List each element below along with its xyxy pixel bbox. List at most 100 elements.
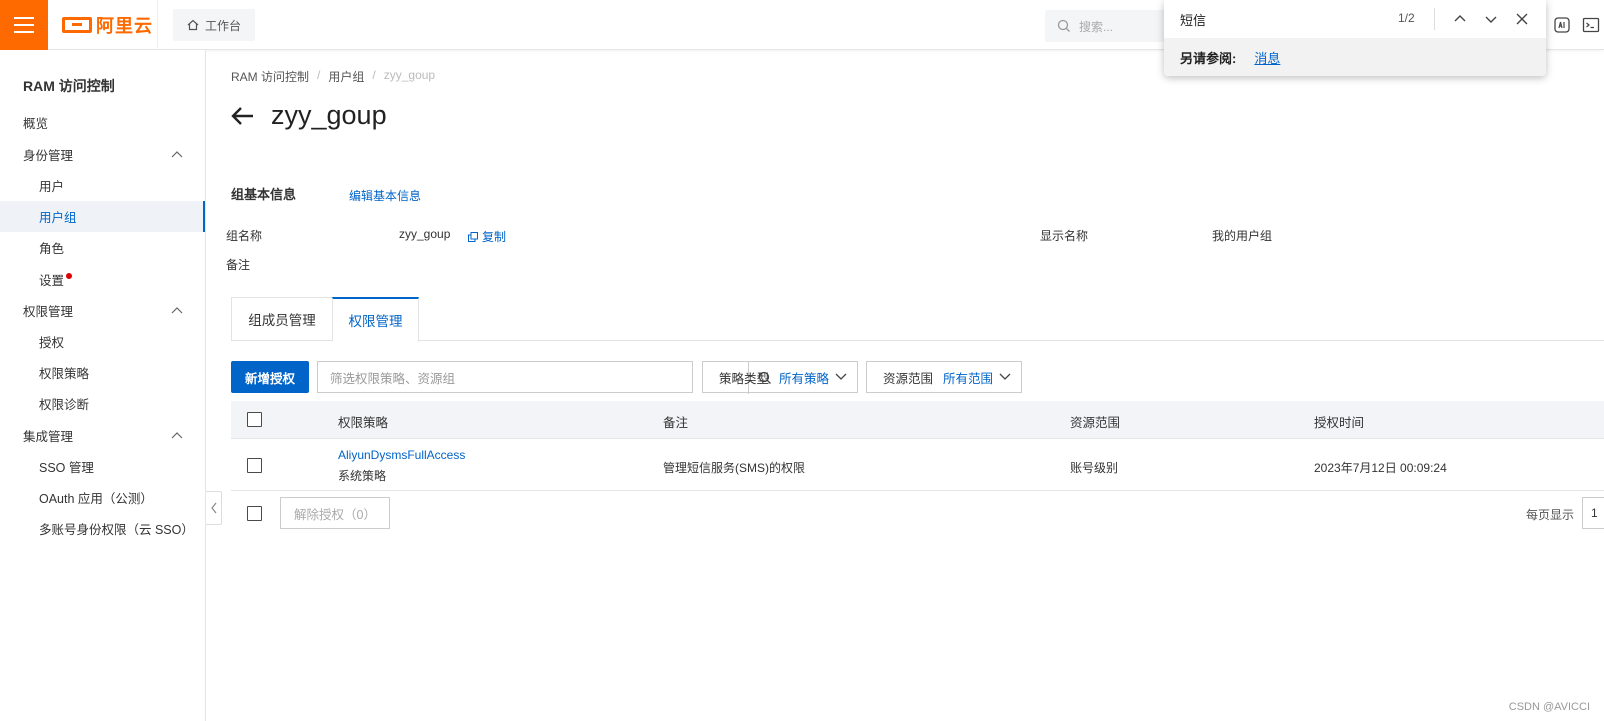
- policy-name-link[interactable]: AliyunDysmsFullAccess: [338, 448, 465, 462]
- search-placeholder: 搜索...: [1079, 19, 1114, 34]
- hamburger-menu-button[interactable]: [0, 0, 48, 50]
- remark-label: 备注: [226, 258, 251, 272]
- find-row: 短信 1/2: [1164, 0, 1546, 38]
- column-header-scope: 资源范围: [1070, 416, 1121, 430]
- sidebar-item-label: 用户: [39, 180, 65, 194]
- sidebar-item-label: 角色: [39, 242, 65, 256]
- breadcrumb: RAM 访问控制 / 用户组 / zyy_goup: [231, 68, 435, 85]
- tab-label: 权限管理: [348, 314, 403, 329]
- tab-label: 组成员管理: [248, 313, 316, 328]
- column-header-time: 授权时间: [1314, 416, 1365, 430]
- sidebar-item-cloud-sso[interactable]: 多账号身份权限（云 SSO）: [0, 513, 205, 544]
- sidebar-item-user-groups[interactable]: 用户组: [0, 201, 205, 232]
- ai-assistant-icon[interactable]: [1553, 16, 1571, 34]
- sidebar-item-grants[interactable]: 授权: [0, 326, 205, 357]
- sidebar-group-integration[interactable]: 集成管理: [0, 420, 205, 451]
- resource-scope-select[interactable]: 资源范围 所有范围: [866, 361, 1022, 393]
- edit-basic-info-link[interactable]: 编辑基本信息: [349, 187, 421, 204]
- home-icon: [187, 19, 199, 31]
- breadcrumb-item-user-groups[interactable]: 用户组: [328, 68, 364, 85]
- page-title: zyy_goup: [271, 100, 387, 130]
- sidebar-item-overview[interactable]: 概览: [0, 107, 205, 138]
- find-in-page-popup: 短信 1/2 另请参阅: 消息: [1164, 0, 1546, 76]
- see-also-link[interactable]: 消息: [1254, 48, 1280, 67]
- page-header: zyy_goup: [231, 100, 387, 131]
- breadcrumb-separator: /: [372, 68, 376, 82]
- sidebar-item-label: 权限策略: [39, 367, 90, 381]
- policy-type-value: 所有策略: [779, 371, 830, 386]
- table-footer: 解除授权（0） 每页显示 1: [231, 497, 1604, 537]
- aliyun-logo-icon: [62, 17, 92, 33]
- resource-scope-label: 资源范围: [883, 371, 934, 386]
- permissions-table: 权限策略 备注 资源范围 授权时间 AliyunDysmsFullAccess …: [231, 401, 1604, 491]
- aliyun-logo[interactable]: 阿里云: [48, 0, 158, 50]
- table-row: AliyunDysmsFullAccess 系统策略 管理短信服务(SMS)的权…: [231, 439, 1604, 491]
- per-page-select[interactable]: 1: [1582, 497, 1604, 529]
- tab-members[interactable]: 组成员管理: [231, 297, 332, 341]
- chevron-down-icon: [999, 373, 1011, 380]
- find-match-count: 1/2: [1398, 11, 1415, 25]
- workbench-label: 工作台: [205, 18, 242, 33]
- sidebar-item-policies[interactable]: 权限策略: [0, 357, 205, 388]
- copy-button[interactable]: 复制: [468, 228, 506, 245]
- filter-input[interactable]: 筛选权限策略、资源组: [317, 361, 771, 394]
- sidebar-group-permissions[interactable]: 权限管理: [0, 295, 205, 326]
- add-grant-button[interactable]: 新增授权: [231, 361, 309, 393]
- sidebar-item-label: 多账号身份权限（云 SSO）: [39, 523, 194, 537]
- filter-placeholder: 筛选权限策略、资源组: [330, 371, 456, 386]
- find-close-icon[interactable]: [1513, 10, 1531, 28]
- policy-type-label: 策略类型: [719, 371, 770, 386]
- sidebar-item-settings[interactable]: 设置: [0, 264, 205, 295]
- search-input[interactable]: 搜索...: [1045, 10, 1175, 42]
- grant-time: 2023年7月12日 00:09:24: [1314, 461, 1447, 475]
- table-header: 权限策略 备注 资源范围 授权时间: [231, 401, 1604, 439]
- sidebar-item-label: 设置: [39, 274, 65, 288]
- sidebar-item-sso[interactable]: SSO 管理: [0, 451, 205, 482]
- display-name-label: 显示名称: [1040, 229, 1089, 243]
- sidebar-item-users[interactable]: 用户: [0, 170, 205, 201]
- sidebar-item-label: 权限诊断: [39, 398, 90, 412]
- column-header-policy: 权限策略: [338, 416, 389, 430]
- sidebar-item-oauth[interactable]: OAuth 应用（公测）: [0, 482, 205, 513]
- chevron-down-icon: [835, 373, 847, 380]
- terminal-icon[interactable]: [1582, 16, 1600, 34]
- breadcrumb-item-current: zyy_goup: [383, 68, 436, 82]
- sidebar: RAM 访问控制 概览 身份管理 用户 用户组 角色 设置 权限管理 授权 权限…: [0, 50, 206, 721]
- sidebar-group-identity[interactable]: 身份管理: [0, 139, 205, 170]
- policy-scope: 账号级别: [1070, 461, 1119, 475]
- policy-type: 系统策略: [338, 469, 387, 483]
- sidebar-item-roles[interactable]: 角色: [0, 232, 205, 263]
- main-content: RAM 访问控制 / 用户组 / zyy_goup zyy_goup 组基本信息…: [207, 50, 1604, 721]
- permissions-toolbar: 新增授权 筛选权限策略、资源组 策略类型 所有策略 资源范围 所有范围: [231, 361, 1604, 394]
- sidebar-item-label: SSO 管理: [39, 461, 94, 475]
- workbench-button[interactable]: 工作台: [173, 9, 256, 41]
- find-next-icon[interactable]: [1482, 10, 1500, 28]
- sidebar-item-label: OAuth 应用（公测）: [39, 492, 153, 506]
- sidebar-title: RAM 访问控制: [23, 78, 115, 94]
- row-checkbox[interactable]: [247, 458, 262, 473]
- sidebar-item-label: 用户组: [39, 211, 77, 225]
- select-all-checkbox[interactable]: [247, 412, 262, 427]
- find-query-input[interactable]: 短信: [1180, 10, 1206, 29]
- see-also-label: 另请参阅:: [1180, 50, 1237, 66]
- back-arrow-icon[interactable]: [231, 106, 255, 126]
- basic-info-title: 组基本信息: [231, 187, 297, 202]
- find-previous-icon[interactable]: [1451, 10, 1469, 28]
- breadcrumb-item-ram[interactable]: RAM 访问控制: [231, 68, 309, 85]
- policy-remark: 管理短信服务(SMS)的权限: [663, 461, 805, 475]
- sidebar-item-label: 身份管理: [23, 149, 74, 163]
- find-see-also-row: 另请参阅: 消息: [1164, 38, 1546, 76]
- sidebar-item-label: 集成管理: [23, 430, 74, 444]
- group-name-label: 组名称: [226, 229, 263, 243]
- search-icon: [1057, 19, 1070, 32]
- footer-select-all-checkbox[interactable]: [247, 506, 262, 521]
- notification-dot: [66, 272, 73, 279]
- revoke-grant-button[interactable]: 解除授权（0）: [280, 497, 390, 529]
- sidebar-item-label: 授权: [39, 336, 65, 350]
- find-divider: [1434, 8, 1435, 30]
- column-header-remark: 备注: [663, 416, 689, 430]
- policy-type-select[interactable]: 策略类型 所有策略: [702, 361, 858, 393]
- breadcrumb-separator: /: [317, 68, 321, 82]
- tab-permissions[interactable]: 权限管理: [332, 297, 419, 342]
- sidebar-item-diagnostics[interactable]: 权限诊断: [0, 388, 205, 419]
